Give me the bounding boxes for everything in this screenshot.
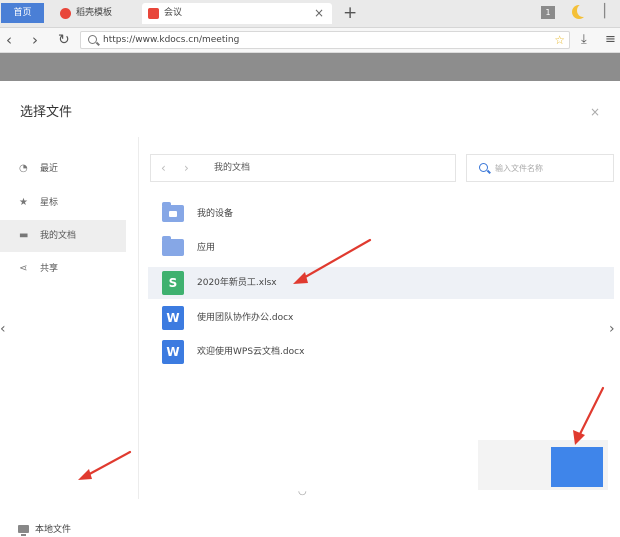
document-icon: W bbox=[162, 340, 184, 364]
file-name: 使用团队协作办公.docx bbox=[197, 313, 294, 323]
sidebar-item-label: 星标 bbox=[40, 198, 59, 208]
moon-icon[interactable] bbox=[572, 4, 589, 19]
download-icon[interactable]: ⤓ bbox=[581, 32, 587, 48]
sidebar-item-label: 我的文档 bbox=[40, 231, 77, 241]
file-search[interactable] bbox=[466, 154, 614, 182]
file-name: 欢迎使用WPS云文档.docx bbox=[197, 347, 305, 357]
bookmark-star-icon[interactable]: ☆ bbox=[554, 32, 565, 48]
breadcrumb-path[interactable]: 我的文档 bbox=[214, 155, 250, 181]
sidebar-item-my-documents[interactable]: ▬ 我的文档 bbox=[0, 220, 126, 252]
meeting-logo-icon bbox=[148, 8, 159, 19]
spreadsheet-icon: S bbox=[162, 271, 184, 295]
page-overlay bbox=[0, 53, 620, 81]
back-icon[interactable]: ‹ bbox=[6, 30, 12, 50]
forward-icon[interactable]: › bbox=[32, 30, 38, 50]
browser-tab-bar: 首页 稻壳模板 会议 × + 1 ▏ bbox=[0, 0, 620, 28]
scroll-left-icon[interactable]: ‹ bbox=[0, 321, 6, 337]
url-text: https://www.kdocs.cn/meeting bbox=[103, 35, 240, 45]
select-file-dialog: 选择文件 × ◔ 最近 ★ 星标 ▬ 我的文档 ⋖ 共享 本地文件 ‹ › 我的… bbox=[0, 81, 620, 536]
reload-icon[interactable]: ↻ bbox=[58, 30, 70, 50]
monitor-icon bbox=[18, 525, 29, 536]
window-control-icon[interactable]: ▏ bbox=[604, 4, 614, 19]
folder-icon bbox=[162, 236, 184, 256]
tab-templates[interactable]: 稻壳模板 bbox=[54, 3, 138, 24]
url-input[interactable]: https://www.kdocs.cn/meeting ☆ bbox=[80, 31, 570, 49]
docer-logo-icon bbox=[60, 8, 71, 19]
sidebar-item-recent[interactable]: ◔ 最近 bbox=[0, 153, 126, 185]
local-file-button[interactable]: 本地文件 bbox=[18, 523, 71, 537]
file-name: 应用 bbox=[197, 243, 216, 253]
list-item[interactable]: W 欢迎使用WPS云文档.docx bbox=[148, 336, 614, 368]
search-icon bbox=[479, 163, 488, 172]
tab-meeting[interactable]: 会议 × bbox=[142, 3, 332, 24]
sidebar-item-label: 最近 bbox=[40, 164, 59, 174]
list-item[interactable]: W 使用团队协作办公.docx bbox=[148, 302, 614, 334]
address-bar: ‹ › ↻ https://www.kdocs.cn/meeting ☆ ⤓ ≡ bbox=[0, 28, 620, 53]
folder-icon: ▬ bbox=[19, 230, 29, 241]
sidebar-item-label: 共享 bbox=[40, 264, 59, 274]
confirm-button[interactable] bbox=[551, 447, 603, 487]
file-name: 我的设备 bbox=[197, 209, 234, 219]
close-tab-icon[interactable]: × bbox=[314, 3, 324, 24]
list-item[interactable]: S 2020年新员工.xlsx bbox=[148, 267, 614, 299]
scroll-right-icon[interactable]: › bbox=[609, 321, 615, 337]
list-item[interactable]: 我的设备 bbox=[148, 198, 614, 230]
bottom-handle-icon: ◡ bbox=[298, 486, 307, 497]
search-icon bbox=[88, 35, 97, 44]
tab-home[interactable]: 首页 bbox=[1, 3, 44, 23]
tab-label: 会议 bbox=[164, 8, 183, 18]
new-tab-button[interactable]: + bbox=[343, 2, 357, 24]
close-icon[interactable]: × bbox=[590, 105, 600, 119]
breadcrumb: ‹ › 我的文档 bbox=[150, 154, 456, 182]
dialog-sidebar: ◔ 最近 ★ 星标 ▬ 我的文档 ⋖ 共享 本地文件 bbox=[0, 137, 139, 536]
window-count-icon[interactable]: 1 bbox=[541, 6, 555, 19]
sidebar-item-starred[interactable]: ★ 星标 bbox=[0, 187, 126, 219]
tab-label: 稻壳模板 bbox=[76, 8, 113, 18]
device-folder-icon bbox=[162, 202, 184, 222]
clock-icon: ◔ bbox=[19, 163, 28, 174]
local-file-label: 本地文件 bbox=[35, 525, 72, 535]
share-icon: ⋖ bbox=[19, 263, 28, 274]
file-search-input[interactable] bbox=[495, 158, 607, 178]
dialog-title: 选择文件 bbox=[20, 105, 73, 120]
menu-icon[interactable]: ≡ bbox=[605, 32, 616, 48]
breadcrumb-back-icon[interactable]: ‹ bbox=[161, 155, 166, 181]
list-item[interactable]: 应用 bbox=[148, 232, 614, 264]
file-name: 2020年新员工.xlsx bbox=[197, 278, 277, 288]
sidebar-item-shared[interactable]: ⋖ 共享 bbox=[0, 253, 126, 285]
document-icon: W bbox=[162, 306, 184, 330]
star-icon: ★ bbox=[19, 197, 28, 208]
breadcrumb-forward-icon[interactable]: › bbox=[184, 155, 189, 181]
